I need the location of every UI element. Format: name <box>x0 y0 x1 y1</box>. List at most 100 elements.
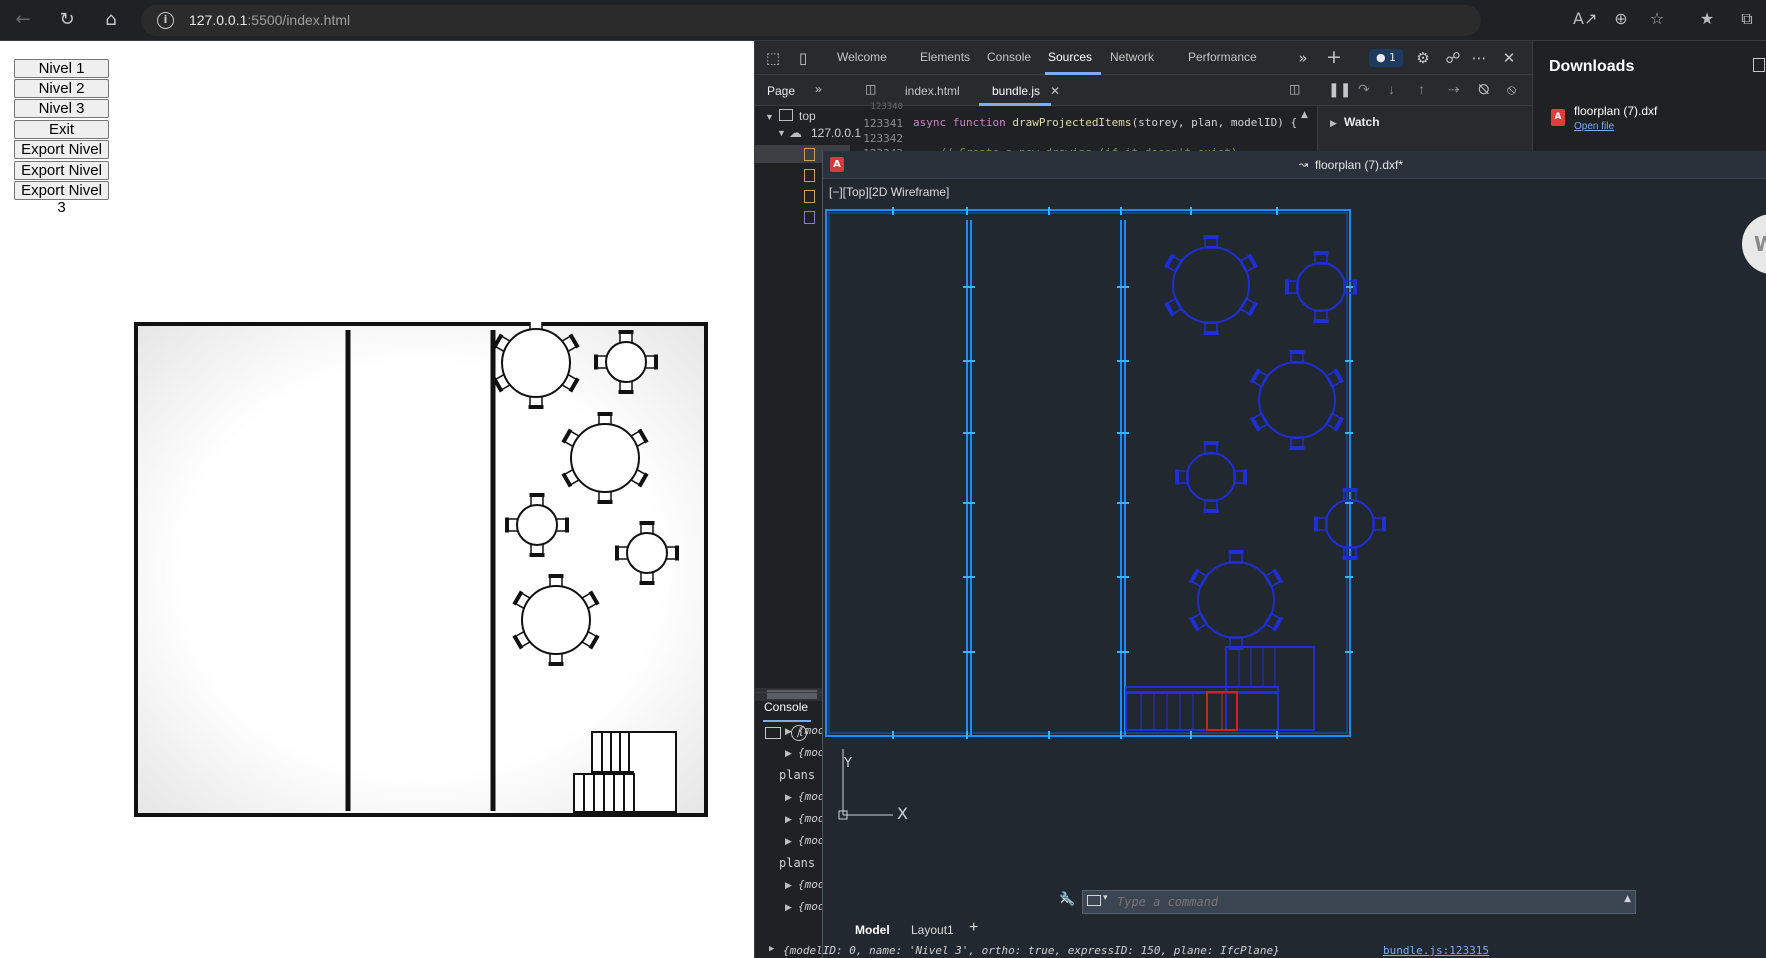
log-source-link[interactable]: bundle.js:123315 <box>1383 944 1489 957</box>
tree-item-top[interactable]: top <box>799 109 816 123</box>
cad-viewer-window: A ↝ floorplan (7).dxf* [−][Top][2D Wiref… <box>769 151 1766 958</box>
toggle-navigator-icon[interactable]: ◫ <box>865 82 876 96</box>
pin-icon[interactable]: ↝ <box>1299 158 1308 171</box>
expand-arrow-icon[interactable]: ▶ <box>769 944 774 954</box>
downloads-title: Downloads <box>1549 58 1635 75</box>
back-arrow-icon[interactable]: ← <box>9 7 37 35</box>
page-navigator-tab[interactable]: Page <box>767 84 795 98</box>
export-nivel-3-button[interactable]: Export Nivel 3 <box>14 181 109 216</box>
line-number: 123340 <box>870 102 903 112</box>
expand-arrow-icon[interactable]: ▶ <box>785 749 792 759</box>
device-toolbar-icon[interactable]: ▯ <box>793 49 813 67</box>
nivel-2-button[interactable]: Nivel 2 <box>14 79 109 98</box>
tab-layout1[interactable]: Layout1 <box>911 923 954 937</box>
tab-performance[interactable]: Performance <box>1188 50 1257 64</box>
url-text[interactable]: 127.0.0.1:5500/index.html <box>189 12 350 28</box>
console-log-object[interactable]: {mod <box>798 900 825 913</box>
log-object[interactable]: {modelID: 0, name: 'Nivel 3', ortho: tru… <box>783 944 1280 957</box>
step-into-icon[interactable]: ↓ <box>1388 81 1395 97</box>
close-devtools-icon[interactable]: ✕ <box>1499 49 1519 67</box>
settings-gear-icon[interactable]: ⚙ <box>1413 49 1433 67</box>
site-info-icon[interactable]: i <box>157 12 174 29</box>
expand-arrow-icon[interactable]: ▶ <box>785 815 792 825</box>
file-icon <box>804 148 815 161</box>
tab-welcome[interactable]: Welcome <box>837 50 887 64</box>
more-tabs-icon[interactable]: » <box>1293 49 1313 67</box>
deactivate-breakpoints-icon[interactable]: ⦰ <box>1478 81 1489 98</box>
more-navigators-icon[interactable]: » <box>815 82 822 96</box>
ucs-y-label: Y <box>843 756 852 771</box>
console-log-object[interactable]: {mod <box>798 746 825 759</box>
home-icon[interactable]: ⌂ <box>97 7 125 35</box>
read-aloud-icon[interactable]: A↗ <box>1573 9 1597 28</box>
collections-icon[interactable]: ⧉ <box>1735 9 1759 29</box>
console-log-object[interactable]: {mod <box>798 834 825 847</box>
console-log-object[interactable]: {mod <box>798 790 825 803</box>
command-history-icon[interactable] <box>1087 895 1101 906</box>
cad-table <box>1188 550 1284 650</box>
favorites-icon[interactable]: ★ <box>1695 9 1719 28</box>
connect-icon[interactable]: ☍ <box>1443 49 1463 67</box>
export-nivel-1-button[interactable]: Export Nivel 1 <box>14 140 109 175</box>
expand-arrow-icon[interactable]: ▶ <box>785 793 792 803</box>
cad-table <box>1175 441 1247 513</box>
tree-item-host[interactable]: 127.0.0.1 <box>811 126 861 140</box>
address-bar[interactable]: i 127.0.0.1:5500/index.html <box>141 5 1481 36</box>
step-icon[interactable]: ⇢ <box>1448 81 1460 98</box>
pause-on-exceptions-icon[interactable]: ⦸ <box>1507 81 1516 98</box>
viewport-controls[interactable]: [−][Top][2D Wireframe] <box>829 185 949 199</box>
cad-titlebar: A ↝ floorplan (7).dxf* <box>823 151 1766 179</box>
tab-network[interactable]: Network <box>1110 50 1154 64</box>
code-line[interactable]: async function drawProjectedItems(storey… <box>913 116 1297 129</box>
exit-floorplans-button[interactable]: Exit floorplans <box>14 120 109 155</box>
add-layout-icon[interactable]: + <box>969 919 978 937</box>
add-tab-icon[interactable]: + <box>1324 46 1344 68</box>
tab-sources[interactable]: Sources <box>1048 50 1092 64</box>
nivel-3-button[interactable]: Nivel 3 <box>14 99 109 118</box>
command-line[interactable]: ✕ ▾ ▲ <box>1059 890 1636 914</box>
expand-arrow-icon[interactable]: ▶ <box>785 727 792 737</box>
tree-expand-icon[interactable]: ▼ <box>765 112 774 122</box>
cad-app-icon[interactable]: A <box>830 157 844 172</box>
zoom-icon[interactable]: ⊕ <box>1609 9 1633 28</box>
file-tab-bundle-js[interactable]: bundle.js <box>992 84 1040 98</box>
console-log-object[interactable]: {mod <box>798 878 825 891</box>
pause-icon[interactable]: ❚❚ <box>1328 81 1351 98</box>
more-options-icon[interactable]: ⋯ <box>1469 49 1489 67</box>
inspect-element-icon[interactable]: ⬚ <box>763 49 783 67</box>
file-tab-index-html[interactable]: index.html <box>905 84 960 98</box>
nivel-1-button[interactable]: Nivel 1 <box>14 59 109 78</box>
console-log-object[interactable]: {mod <box>798 812 825 825</box>
download-file-name[interactable]: floorplan (7).dxf <box>1574 104 1657 118</box>
customize-wrench-icon[interactable]: 🔧 <box>1059 892 1075 907</box>
chevron-down-icon[interactable]: ▾ <box>1103 893 1108 903</box>
tree-expand-icon[interactable]: ▼ <box>777 128 786 138</box>
open-file-link[interactable]: Open file <box>1574 121 1614 132</box>
expand-arrow-icon[interactable]: ▶ <box>785 881 792 891</box>
expand-arrow-icon[interactable]: ▶ <box>785 903 792 913</box>
cad-drawing-canvas[interactable]: Y X <box>823 207 1766 867</box>
open-folder-icon[interactable] <box>1753 58 1765 72</box>
expand-arrow-icon[interactable]: ▶ <box>785 837 792 847</box>
tab-model[interactable]: Model <box>855 923 890 937</box>
tab-console[interactable]: Console <box>987 50 1031 64</box>
cad-table <box>1163 235 1259 335</box>
issues-badge[interactable]: ● 1 <box>1369 49 1403 67</box>
command-input[interactable] <box>1117 894 1597 910</box>
cad-wall-markers <box>892 207 1353 739</box>
expand-icon[interactable]: ▲ <box>1624 894 1631 904</box>
step-over-icon[interactable]: ↷ <box>1358 81 1370 98</box>
step-out-icon[interactable]: ↑ <box>1418 81 1425 97</box>
add-favorite-icon[interactable]: ☆ <box>1645 9 1669 28</box>
close-file-tab-icon[interactable]: ✕ <box>1050 84 1060 98</box>
floorplan-canvas[interactable] <box>134 322 708 817</box>
toggle-debugger-icon[interactable]: ◫ <box>1289 82 1300 96</box>
scroll-up-icon[interactable]: ▲ <box>1301 110 1308 120</box>
console-log-object[interactable]: {mod <box>798 724 825 737</box>
export-nivel-2-button[interactable]: Export Nivel 2 <box>14 161 109 196</box>
console-drawer-tab[interactable]: Console <box>764 700 808 714</box>
reload-icon[interactable]: ↻ <box>53 7 81 35</box>
tab-elements[interactable]: Elements <box>920 50 970 64</box>
watch-expand-icon[interactable]: ▶ <box>1330 118 1337 129</box>
watch-section[interactable]: Watch <box>1344 115 1380 129</box>
